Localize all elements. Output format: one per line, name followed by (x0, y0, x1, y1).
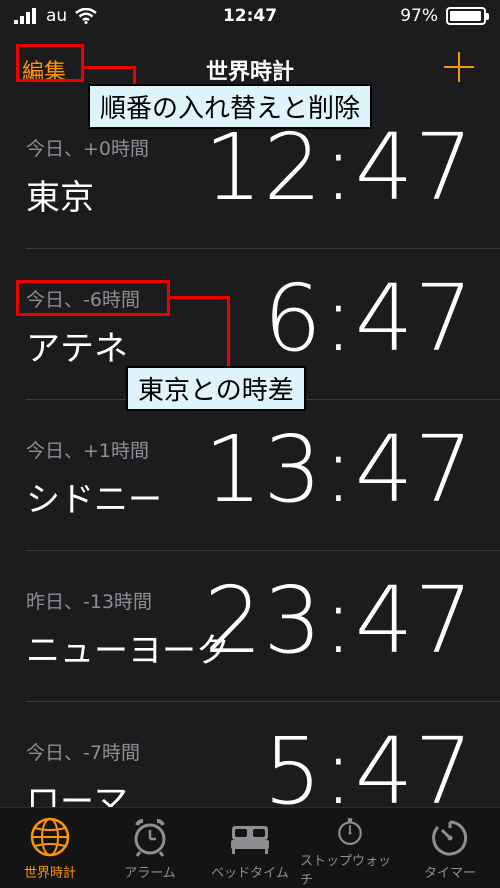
edit-highlight-box (16, 44, 84, 82)
city-name: ニューヨーク (26, 631, 230, 671)
offset-highlight-box (16, 280, 170, 316)
tab-label: タイマー (423, 866, 476, 881)
city-name: 東京 (26, 178, 94, 218)
tab-alarm[interactable]: アラーム (100, 808, 200, 888)
time-offset-label: 昨日、-13時間 (26, 591, 153, 613)
clock-row[interactable]: 今日、+1時間 シドニー 13:47 (26, 400, 500, 551)
status-bar: au 12:47 97% (0, 0, 500, 34)
clock-time: 12:47 (203, 114, 474, 221)
timer-icon (432, 820, 468, 856)
clock-row[interactable]: 今日、-7時間 ローマ 5:47 (26, 702, 500, 809)
clock-time: 13:47 (203, 416, 474, 523)
clock-time: 6:47 (263, 265, 474, 372)
offset-callout: 東京との時差 (126, 366, 306, 411)
status-right: 97% (400, 6, 489, 26)
offset-connector-line-vertical (227, 296, 230, 368)
world-clock-list: 今日、+0時間 東京 12:47 今日、-6時間 アテネ 6:47 今日、+1時… (0, 98, 500, 808)
tab-timer[interactable]: タイマー (400, 808, 500, 888)
battery-icon (446, 7, 489, 25)
clock-row[interactable]: 昨日、-13時間 ニューヨーク 23:47 (26, 551, 500, 702)
tab-bedtime[interactable]: ベッドタイム (200, 808, 300, 888)
tab-label: アラーム (124, 866, 176, 881)
time-offset-label: 今日、-7時間 (26, 742, 140, 764)
clock-time: 5:47 (263, 718, 474, 809)
time-offset-label: 今日、+1時間 (26, 440, 150, 462)
edit-callout: 順番の入れ替えと削除 (88, 84, 373, 129)
battery-fill (450, 11, 481, 21)
city-name: アテネ (26, 329, 128, 369)
tab-label: ベッドタイム (211, 866, 289, 881)
clock-time: 23:47 (203, 567, 474, 674)
edit-connector-line-vertical (133, 66, 136, 86)
city-name: シドニー (26, 480, 162, 520)
city-name: ローマ (26, 782, 128, 808)
battery-percent: 97% (400, 6, 438, 26)
tab-bar: 世界時計 アラーム ベッドタイム ストップウォッチ タイマー (0, 807, 500, 888)
stopwatch-icon (338, 818, 362, 845)
tab-world-clock[interactable]: 世界時計 (0, 808, 100, 888)
tab-label: ストップウォッチ (300, 854, 392, 888)
edit-connector-line (84, 66, 136, 69)
tab-stopwatch[interactable]: ストップウォッチ (300, 808, 400, 888)
tab-label: 世界時計 (23, 866, 76, 881)
globe-icon (30, 817, 70, 857)
time-offset-label: 今日、+0時間 (26, 138, 150, 160)
plus-icon[interactable] (444, 52, 474, 82)
offset-connector-line (170, 296, 230, 299)
bed-icon (231, 826, 269, 854)
alarm-clock-icon (134, 819, 166, 857)
